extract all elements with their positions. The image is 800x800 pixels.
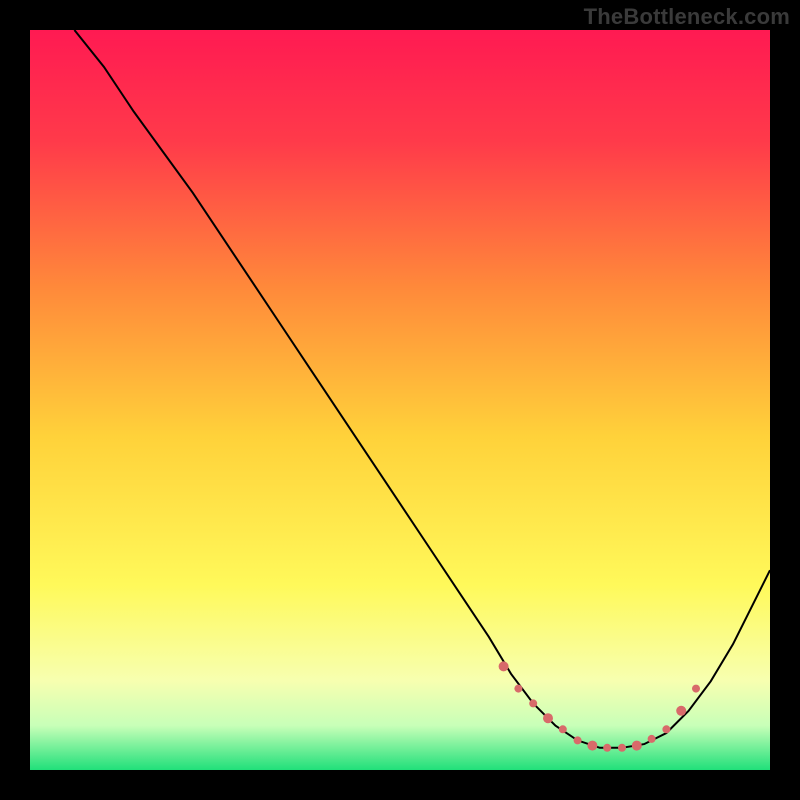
- marker-dot: [499, 661, 509, 671]
- marker-dot: [574, 736, 582, 744]
- marker-dot: [662, 725, 670, 733]
- marker-dot: [676, 706, 686, 716]
- watermark-text: TheBottleneck.com: [584, 4, 790, 30]
- marker-dot: [603, 744, 611, 752]
- marker-dot: [692, 685, 700, 693]
- chart-frame: TheBottleneck.com: [0, 0, 800, 800]
- chart-svg: [30, 30, 770, 770]
- marker-dot: [514, 685, 522, 693]
- marker-dot: [618, 744, 626, 752]
- marker-dot: [632, 741, 642, 751]
- marker-dot: [587, 741, 597, 751]
- marker-dot: [543, 713, 553, 723]
- marker-dot: [559, 725, 567, 733]
- marker-dot: [648, 735, 656, 743]
- marker-dot: [529, 699, 537, 707]
- plot-area: [30, 30, 770, 770]
- gradient-background: [30, 30, 770, 770]
